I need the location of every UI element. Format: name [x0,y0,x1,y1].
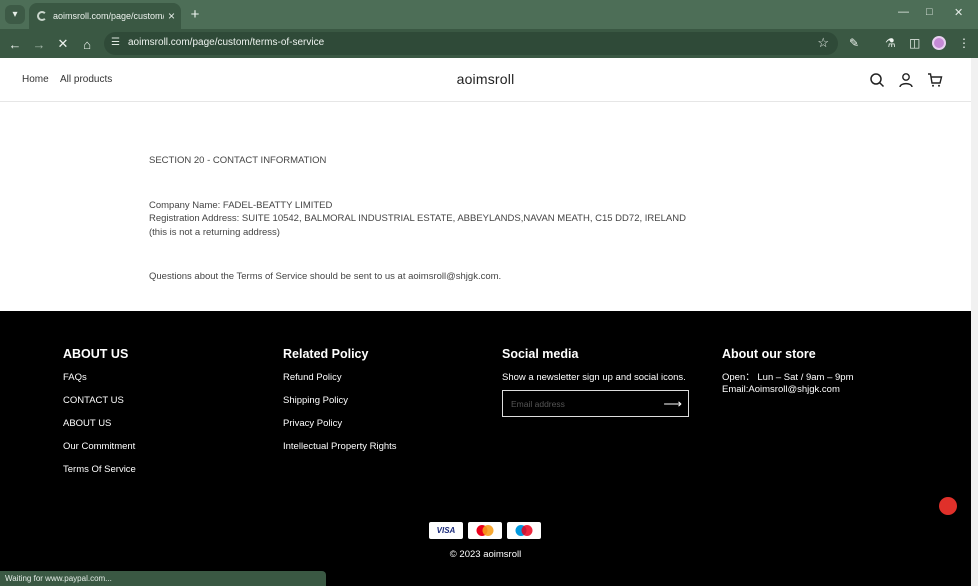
payment-methods: VISA [429,522,541,539]
store-hours: Open： Lun – Sat / 9am – 9pm [722,372,854,383]
web-page: Home All products aoimsroll SECTION 20 -… [0,58,971,586]
footer-link-about-us[interactable]: ABOUT US [63,418,136,441]
maestro-icon [507,522,541,539]
forward-icon[interactable]: → [30,35,48,53]
account-icon[interactable] [898,72,914,88]
search-icon[interactable] [869,72,885,88]
mastercard-icon [468,522,502,539]
footer-social-heading: Social media [502,347,579,361]
home-icon[interactable]: ⌂ [78,35,96,53]
address-bar[interactable]: ☰ aoimsroll.com/page/custom/terms-of-ser… [104,32,838,55]
browser-window: ▾ aoimsroll.com/page/custom/te × + — □ ✕… [0,0,978,586]
questions-text: Questions about the Terms of Service sho… [149,271,502,282]
footer-link-shipping-policy[interactable]: Shipping Policy [283,395,397,418]
close-tab-icon[interactable]: × [168,9,175,23]
copyright-text: © 2023 aoimsroll [449,549,522,560]
side-panel-icon[interactable]: ◫ [909,36,920,50]
profile-avatar[interactable] [932,36,946,50]
url-text: aoimsroll.com/page/custom/terms-of-servi… [128,37,325,48]
browser-toolbar: ← → ✕ ⌂ ☰ aoimsroll.com/page/custom/term… [0,29,978,58]
site-footer: ABOUT US FAQs CONTACT US ABOUT US Our Co… [0,311,971,586]
loading-icon [37,11,47,21]
site-header: Home All products aoimsroll [0,58,971,102]
footer-about-column: ABOUT US FAQs CONTACT US ABOUT US Our Co… [63,347,136,487]
new-tab-button[interactable]: + [186,5,204,23]
footer-link-ip-rights[interactable]: Intellectual Property Rights [283,441,397,464]
tab-title: aoimsroll.com/page/custom/te [53,11,164,21]
section-title: SECTION 20 - CONTACT INFORMATION [149,155,327,166]
footer-about-heading: ABOUT US [63,347,129,361]
visa-label: VISA [436,526,456,535]
footer-link-privacy-policy[interactable]: Privacy Policy [283,418,397,441]
close-window-icon[interactable]: ✕ [954,6,963,19]
store-email: Email:Aoimsroll@shjgk.com [722,384,840,395]
footer-link-faqs[interactable]: FAQs [63,372,136,395]
tab-strip: ▾ aoimsroll.com/page/custom/te × + — □ ✕ [0,0,978,29]
cart-icon[interactable] [927,72,943,88]
registration-address: Registration Address: SUITE 10542, BALMO… [149,213,686,224]
tab-search-button[interactable]: ▾ [5,5,25,24]
site-brand-logo[interactable]: aoimsroll [0,71,971,87]
footer-social-column: Social media Show a newsletter sign up a… [502,347,686,384]
company-name: Company Name: FADEL-BEATTY LIMITED [149,199,333,211]
minimize-icon[interactable]: — [898,6,909,18]
footer-store-column: About our store Open： Lun – Sat / 9am – … [722,347,854,396]
browser-tab[interactable]: aoimsroll.com/page/custom/te × [29,3,181,29]
footer-link-terms[interactable]: Terms Of Service [63,464,136,487]
chat-support-icon[interactable] [939,497,957,515]
site-info-icon[interactable]: ☰ [111,37,120,48]
page-scrollbar[interactable] [971,58,978,586]
subscribe-arrow-icon[interactable]: ⟶ [663,396,682,412]
extensions-icon[interactable]: ✎ [849,36,859,50]
newsletter-email-input[interactable]: Email address ⟶ [502,390,689,417]
bookmark-star-icon[interactable]: ☆ [817,35,829,51]
footer-link-contact-us[interactable]: CONTACT US [63,395,136,418]
footer-policy-column: Related Policy Refund Policy Shipping Po… [283,347,397,464]
footer-link-refund-policy[interactable]: Refund Policy [283,372,397,395]
footer-link-our-commitment[interactable]: Our Commitment [63,441,136,464]
footer-policy-heading: Related Policy [283,347,369,361]
menu-kebab-icon[interactable]: ⋮ [958,36,970,50]
maximize-icon[interactable]: □ [926,6,933,18]
terms-content: SECTION 20 - CONTACT INFORMATION Company… [149,154,799,284]
status-bar: Waiting for www.paypal.com... [0,571,326,586]
visa-icon: VISA [429,522,463,539]
back-icon[interactable]: ← [6,35,24,53]
labs-flask-icon[interactable]: ⚗ [885,36,896,50]
email-placeholder: Email address [511,399,565,409]
footer-social-text: Show a newsletter sign up and social ico… [502,372,686,383]
address-note: (this is not a returning address) [149,226,280,238]
stop-loading-icon[interactable]: ✕ [54,35,72,53]
footer-store-heading: About our store [722,347,816,361]
